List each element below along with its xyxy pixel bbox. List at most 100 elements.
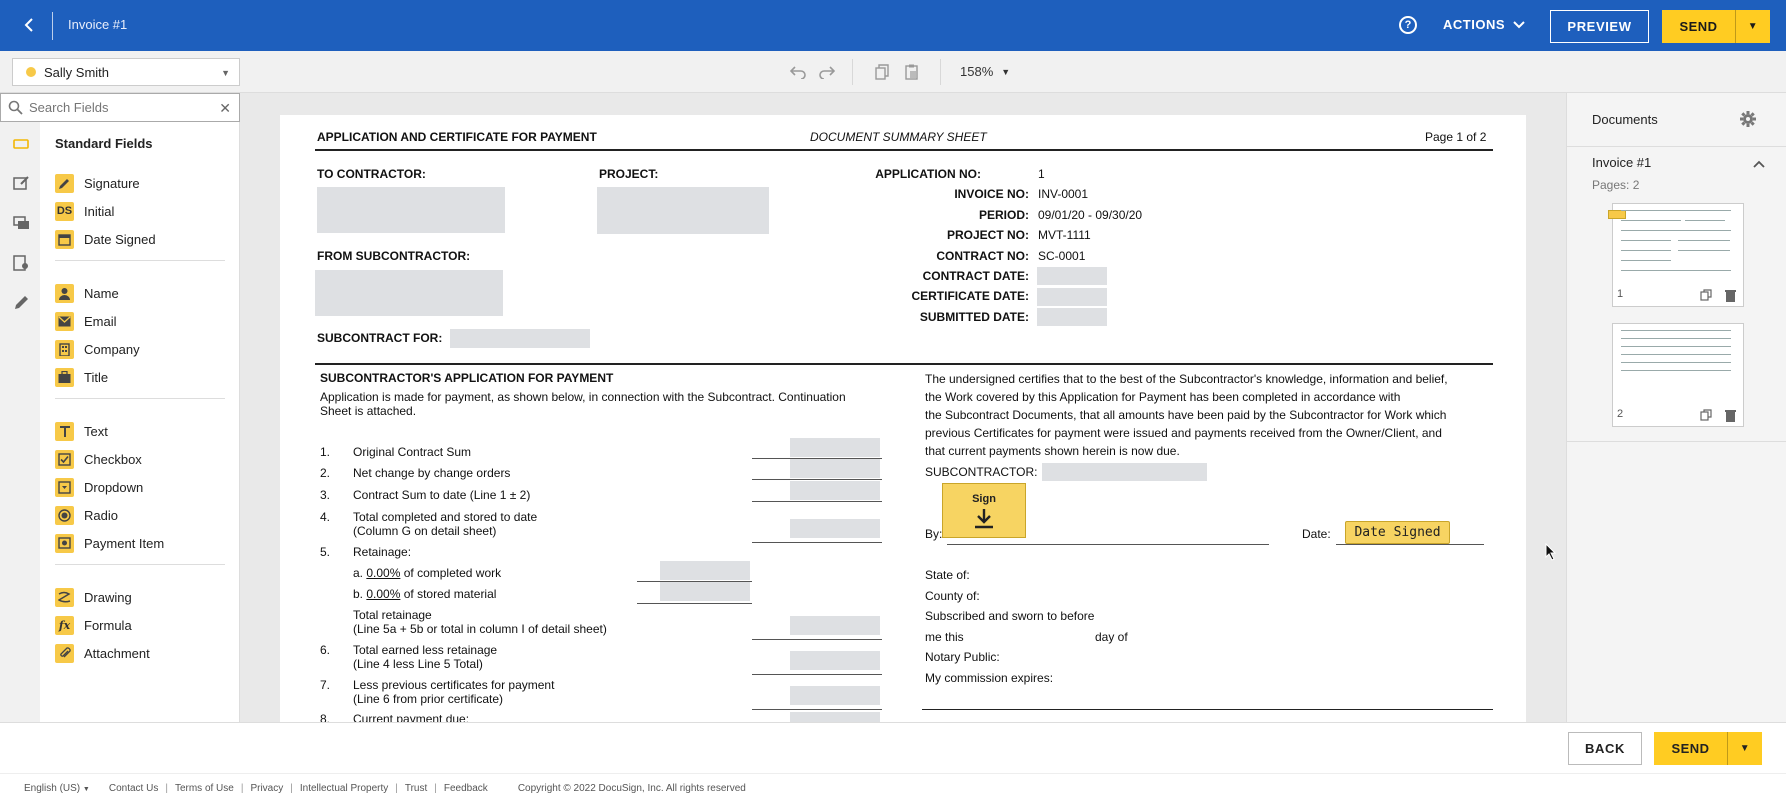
comments-tab-icon[interactable] — [12, 214, 30, 232]
line-5b-amount[interactable] — [660, 582, 750, 601]
redo-icon[interactable] — [818, 63, 836, 81]
send-button-group: SEND ▼ — [1662, 10, 1770, 43]
send-options-caret-icon[interactable]: ▼ — [1728, 732, 1762, 765]
line-7-underline — [752, 709, 882, 710]
field-text[interactable]: Text — [55, 420, 108, 442]
thumb-line — [1678, 240, 1730, 241]
line-6-amount[interactable] — [790, 651, 880, 670]
page-thumbnail-number: 2 — [1617, 408, 1624, 420]
language-select[interactable]: English (US) ▼ — [24, 783, 90, 794]
copy-page-icon[interactable] — [1699, 288, 1713, 302]
field-initial[interactable]: DS Initial — [55, 200, 114, 222]
send-options-caret-icon[interactable]: ▼ — [1736, 10, 1770, 43]
period-label: PERIOD: — [978, 208, 1029, 222]
submitted-date-field[interactable] — [1037, 308, 1107, 326]
preview-button[interactable]: PREVIEW — [1550, 10, 1649, 43]
document-name[interactable]: Invoice #1 — [1592, 155, 1651, 170]
footer-link-feedback[interactable]: Feedback — [444, 783, 488, 794]
field-formula[interactable]: fx Formula — [55, 614, 132, 636]
thumb-line — [1621, 250, 1671, 251]
clear-search-icon[interactable]: ✕ — [219, 100, 231, 117]
page-tag-marker — [1608, 210, 1626, 219]
help-icon[interactable]: ? — [1399, 16, 1417, 34]
copy-page-icon[interactable] — [1699, 408, 1713, 422]
person-icon — [55, 283, 74, 303]
subcontract-for-field[interactable] — [450, 329, 590, 348]
line-2-amount[interactable] — [790, 459, 880, 478]
signature-line — [947, 544, 1269, 545]
footer-link-trust[interactable]: Trust — [405, 783, 427, 794]
from-subcontractor-field[interactable] — [315, 270, 503, 316]
to-contractor-label: TO CONTRACTOR: — [317, 167, 426, 181]
field-company[interactable]: Company — [55, 338, 140, 360]
field-label: Title — [84, 369, 109, 385]
certification-line3: the Subcontract Documents, that all amou… — [925, 408, 1447, 422]
signature-tag[interactable]: Sign — [942, 483, 1026, 538]
project-field[interactable] — [597, 187, 769, 234]
line-8-number: 8. — [320, 712, 331, 722]
field-dropdown[interactable]: Dropdown — [55, 476, 143, 498]
undo-icon[interactable] — [789, 63, 807, 81]
field-signature[interactable]: Signature — [55, 172, 140, 194]
briefcase-icon — [55, 367, 74, 387]
thumb-line — [1621, 346, 1731, 347]
field-email[interactable]: Email — [55, 310, 117, 332]
line-1-label: Original Contract Sum — [353, 445, 472, 459]
document-tools-tab-icon[interactable] — [12, 254, 30, 272]
field-title[interactable]: Title — [55, 366, 108, 388]
invoice-no-label: INVOICE NO: — [954, 187, 1029, 201]
trash-icon[interactable] — [1723, 288, 1737, 302]
pencil-icon[interactable] — [12, 294, 30, 312]
submitted-date-label: SUBMITTED DATE: — [919, 310, 1029, 324]
back-button[interactable]: BACK — [1568, 732, 1642, 765]
field-name[interactable]: Name — [55, 282, 119, 304]
footer-link-privacy[interactable]: Privacy — [250, 783, 283, 794]
page-thumbnail-2[interactable]: 2 — [1612, 323, 1744, 427]
field-radio[interactable]: Radio — [55, 504, 118, 526]
certificate-date-field[interactable] — [1037, 288, 1107, 306]
thumb-line — [1621, 354, 1731, 355]
send-button-bottom[interactable]: SEND — [1654, 732, 1728, 765]
line-5a-amount[interactable] — [660, 561, 750, 580]
footer-separator: | — [240, 782, 244, 794]
gear-icon[interactable] — [1739, 110, 1757, 128]
to-contractor-field[interactable] — [317, 187, 505, 233]
back-icon[interactable] — [18, 14, 40, 36]
send-button[interactable]: SEND — [1662, 10, 1736, 43]
footer-link-contact[interactable]: Contact Us — [109, 783, 158, 794]
field-date-signed[interactable]: Date Signed — [55, 228, 156, 250]
line-8-amount[interactable] — [790, 712, 880, 722]
search-input[interactable] — [29, 100, 209, 115]
custom-fields-tab-icon[interactable] — [12, 174, 30, 192]
line-2-underline — [752, 479, 882, 480]
footer-link-terms[interactable]: Terms of Use — [175, 783, 234, 794]
chevron-down-icon — [1513, 20, 1525, 28]
line-4-amount[interactable] — [790, 519, 880, 538]
subcontractor-field[interactable] — [1042, 463, 1207, 481]
chevron-up-icon[interactable] — [1753, 156, 1765, 171]
line-3-amount[interactable] — [790, 481, 880, 500]
field-checkbox[interactable]: Checkbox — [55, 448, 142, 470]
paperclip-icon — [55, 643, 74, 663]
date-signed-tag[interactable]: Date Signed — [1345, 521, 1450, 544]
standard-fields-tab-icon[interactable] — [12, 135, 30, 153]
footer: English (US) ▼ Contact Us | Terms of Use… — [0, 773, 1786, 802]
field-payment-item[interactable]: Payment Item — [55, 532, 164, 554]
field-attachment[interactable]: Attachment — [55, 642, 150, 664]
line-7-amount[interactable] — [790, 686, 880, 705]
line-5a-percent: 0.00% — [366, 566, 401, 580]
footer-link-ip[interactable]: Intellectual Property — [300, 783, 388, 794]
paste-icon[interactable] — [903, 63, 921, 81]
total-retainage-amount[interactable] — [790, 616, 880, 635]
recipient-select[interactable]: Sally Smith ▼ — [12, 58, 240, 86]
trash-icon[interactable] — [1723, 408, 1737, 422]
page-thumbnail-1[interactable]: 1 — [1608, 203, 1744, 307]
field-drawing[interactable]: Drawing — [55, 586, 132, 608]
contract-date-field[interactable] — [1037, 267, 1107, 285]
copy-icon[interactable] — [873, 63, 891, 81]
actions-menu[interactable]: ACTIONS — [1443, 17, 1525, 32]
zoom-select[interactable]: 158% ▼ — [960, 64, 1010, 79]
line-3-label: Contract Sum to date (Line 1 ± 2) — [353, 488, 531, 502]
line-1-amount[interactable] — [790, 438, 880, 457]
documents-divider — [1567, 441, 1786, 442]
